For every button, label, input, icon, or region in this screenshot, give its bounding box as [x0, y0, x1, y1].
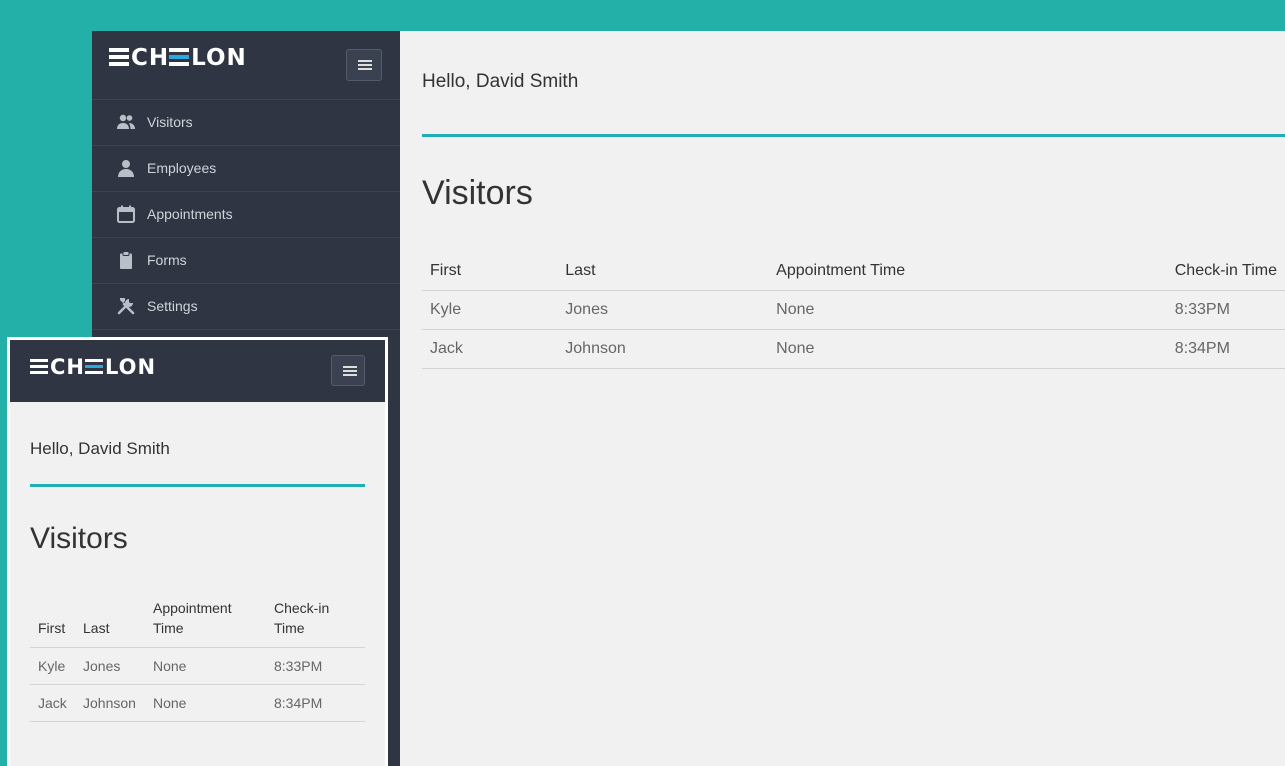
sidebar-header: CH LON	[92, 31, 400, 99]
accent-divider	[422, 134, 1285, 137]
sidebar-item-settings[interactable]: Settings	[92, 284, 400, 330]
cell-first: Kyle	[30, 647, 75, 685]
column-header[interactable]: Appointment Time	[145, 592, 266, 648]
cell-checkin-time: 8:34PM	[266, 684, 365, 722]
column-header[interactable]: Check-in Time	[266, 592, 365, 648]
cell-appointment-time: None	[145, 647, 266, 685]
echelon-logo[interactable]: CH LON	[30, 354, 156, 380]
menu-toggle-button[interactable]	[346, 49, 382, 81]
echelon-logo[interactable]: CH LON	[109, 45, 247, 71]
mobile-header: CH LON	[10, 340, 385, 402]
greeting: Hello, David Smith	[30, 439, 170, 458]
tools-icon	[117, 298, 135, 315]
cell-appointment-time: None	[768, 290, 1167, 330]
mobile-screen: CH LON Hello, David Smith Visitors First …	[10, 340, 385, 766]
cell-last: Johnson	[557, 329, 769, 369]
sidebar-item-forms[interactable]: Forms	[92, 238, 400, 284]
table-row[interactable]: Jack Johnson None 8:34PM	[422, 329, 1285, 369]
user-icon	[118, 160, 134, 177]
table-row[interactable]: Kyle Jones None 8:33PM	[30, 647, 365, 685]
column-header[interactable]: First	[30, 592, 75, 648]
cell-appointment-time: None	[768, 329, 1167, 369]
sidebar-item-label: Visitors	[147, 114, 193, 130]
cell-last: Jones	[75, 647, 145, 685]
column-header[interactable]: Last	[557, 251, 769, 291]
visitors-table: First Last Appointment Time Check-in Tim…	[422, 251, 1285, 369]
greeting: Hello, David Smith	[422, 71, 579, 92]
sidebar-item-visitors[interactable]: Visitors	[92, 99, 400, 146]
sidebar-item-label: Appointments	[147, 206, 233, 222]
page-title: Visitors	[30, 522, 128, 555]
sidebar-item-appointments[interactable]: Appointments	[92, 192, 400, 238]
main-content: Hello, David Smith Visitors First Last A…	[422, 31, 1285, 766]
mobile-view: CH LON Hello, David Smith Visitors First …	[7, 337, 388, 766]
table-header-row: First Last Appointment Time Check-in Tim…	[422, 251, 1285, 291]
cell-first: Jack	[422, 329, 558, 369]
cell-last: Johnson	[75, 684, 145, 722]
visitors-table: First Last Appointment Time Check-in Tim…	[30, 592, 365, 722]
column-header[interactable]: Check-in Time	[1166, 251, 1285, 291]
cell-first: Kyle	[422, 290, 558, 330]
accent-divider	[30, 484, 365, 487]
page-title: Visitors	[422, 174, 533, 212]
table-row[interactable]: Jack Johnson None 8:34PM	[30, 684, 365, 722]
sidebar-item-label: Employees	[147, 160, 217, 176]
cell-checkin-time: 8:33PM	[266, 647, 365, 685]
column-header[interactable]: Appointment Time	[768, 251, 1167, 291]
cell-checkin-time: 8:33PM	[1166, 290, 1285, 330]
cell-checkin-time: 8:34PM	[1166, 329, 1285, 369]
cell-appointment-time: None	[145, 684, 266, 722]
sidebar-item-employees[interactable]: Employees	[92, 146, 400, 192]
column-header[interactable]: Last	[75, 592, 145, 648]
users-icon	[117, 114, 135, 129]
table-header-row: First Last Appointment Time Check-in Tim…	[30, 592, 365, 648]
table-row[interactable]: Kyle Jones None 8:33PM	[422, 290, 1285, 330]
sidebar-item-label: Settings	[147, 298, 198, 314]
cell-last: Jones	[557, 290, 769, 330]
column-header[interactable]: First	[422, 251, 558, 291]
cell-first: Jack	[30, 684, 75, 722]
menu-toggle-button[interactable]	[331, 355, 365, 386]
sidebar-item-label: Forms	[147, 252, 187, 268]
clipboard-icon	[120, 251, 132, 269]
calendar-icon	[117, 205, 135, 223]
